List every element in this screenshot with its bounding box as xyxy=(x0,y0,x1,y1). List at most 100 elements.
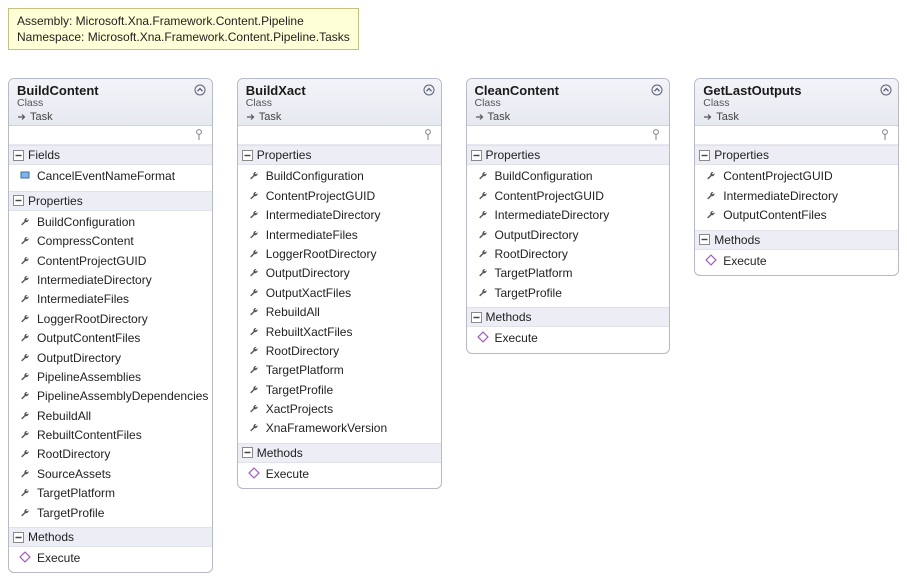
member-row[interactable]: OutputContentFiles xyxy=(9,329,212,348)
member-name: IntermediateDirectory xyxy=(266,207,381,224)
member-row[interactable]: ContentProjectGUID xyxy=(9,252,212,271)
member-name: ContentProjectGUID xyxy=(37,253,146,270)
member-row[interactable]: XactProjects xyxy=(238,400,441,419)
class-box[interactable]: GetLastOutputsClassTaskPropertiesContent… xyxy=(694,78,899,276)
member-row[interactable]: BuildConfiguration xyxy=(9,213,212,232)
property-icon xyxy=(477,189,489,201)
member-row[interactable]: TargetProfile xyxy=(9,504,212,523)
member-row[interactable]: LoggerRootDirectory xyxy=(9,310,212,329)
member-row[interactable]: TargetProfile xyxy=(238,381,441,400)
class-box[interactable]: BuildXactClassTask Properties BuildConfigu… xyxy=(237,78,442,489)
member-row[interactable]: IntermediateDirectory xyxy=(238,206,441,225)
member-row[interactable]: OutputDirectory xyxy=(9,349,212,368)
section-body: ContentProjectGUIDIntermediateDirectoryO… xyxy=(695,165,898,229)
member-row[interactable]: ContentProjectGUID xyxy=(467,187,670,206)
class-header[interactable]: CleanContentClassTask xyxy=(467,79,670,126)
chevron-up-icon xyxy=(423,84,435,96)
section-header-properties[interactable]: Properties xyxy=(467,145,670,165)
property-icon xyxy=(19,389,31,401)
member-name: IntermediateFiles xyxy=(266,227,358,244)
interface-row[interactable] xyxy=(695,126,898,145)
member-row[interactable]: TargetProfile xyxy=(467,284,670,303)
member-row[interactable]: IntermediateFiles xyxy=(9,290,212,309)
section-body: Execute xyxy=(9,547,212,572)
member-name: RebuildAll xyxy=(266,304,320,321)
method-icon xyxy=(19,551,31,563)
member-row[interactable]: ContentProjectGUID xyxy=(238,187,441,206)
member-row[interactable]: IntermediateDirectory xyxy=(467,206,670,225)
class-stereotype: Class xyxy=(17,97,206,109)
member-row[interactable]: Execute xyxy=(9,549,212,568)
arrow-right-icon xyxy=(475,112,485,122)
section-header-methods[interactable]: Methods xyxy=(695,230,898,250)
collapse-icon xyxy=(699,150,710,161)
class-box[interactable]: CleanContentClassTask Properties BuildConf… xyxy=(466,78,671,353)
property-icon xyxy=(705,189,717,201)
section-header-properties[interactable]: Properties xyxy=(9,191,212,211)
member-row[interactable]: CompressContent xyxy=(9,232,212,251)
section-header-properties[interactable]: Properties xyxy=(238,145,441,165)
section-header-fields[interactable]: Fields xyxy=(9,145,212,165)
member-row[interactable]: IntermediateFiles xyxy=(238,226,441,245)
member-row[interactable]: XnaFrameworkVersion xyxy=(238,419,441,438)
member-row[interactable]: PipelineAssemblyDependencies xyxy=(9,387,212,406)
member-row[interactable]: SourceAssets xyxy=(9,465,212,484)
member-row[interactable]: IntermediateDirectory xyxy=(695,187,898,206)
interface-row[interactable] xyxy=(467,126,670,145)
section-header-methods[interactable]: Methods xyxy=(467,307,670,327)
member-row[interactable]: OutputXactFiles xyxy=(238,284,441,303)
member-row[interactable]: PipelineAssemblies xyxy=(9,368,212,387)
member-name: RebuiltXactFiles xyxy=(266,324,353,341)
member-name: XnaFrameworkVersion xyxy=(266,420,387,437)
member-row[interactable]: ContentProjectGUID xyxy=(695,167,898,186)
property-icon xyxy=(19,447,31,459)
member-row[interactable]: TargetPlatform xyxy=(467,264,670,283)
class-header[interactable]: GetLastOutputsClassTask xyxy=(695,79,898,126)
member-row[interactable]: CancelEventNameFormat xyxy=(9,167,212,186)
section-header-methods[interactable]: Methods xyxy=(238,443,441,463)
member-row[interactable]: LoggerRootDirectory xyxy=(238,245,441,264)
member-row[interactable]: RootDirectory xyxy=(238,342,441,361)
member-name: LoggerRootDirectory xyxy=(266,246,377,263)
member-name: IntermediateDirectory xyxy=(495,207,610,224)
class-header[interactable]: BuildXactClassTask xyxy=(238,79,441,126)
arrow-right-icon xyxy=(17,112,27,122)
member-row[interactable]: Execute xyxy=(695,252,898,271)
class-box[interactable]: BuildContentClassTaskFieldsCancelEventNa… xyxy=(8,78,213,573)
collapse-icon xyxy=(471,150,482,161)
member-row[interactable]: BuildConfiguration xyxy=(467,167,670,186)
member-row[interactable]: OutputDirectory xyxy=(467,226,670,245)
member-name: BuildConfiguration xyxy=(266,168,364,185)
member-name: TargetPlatform xyxy=(495,265,573,282)
member-row[interactable]: RebuildAll xyxy=(238,303,441,322)
member-row[interactable]: OutputContentFiles xyxy=(695,206,898,225)
member-row[interactable]: TargetPlatform xyxy=(238,361,441,380)
base-class-label: Task xyxy=(259,111,282,123)
member-row[interactable]: RootDirectory xyxy=(467,245,670,264)
member-row[interactable]: BuildConfiguration xyxy=(238,167,441,186)
member-name: RootDirectory xyxy=(37,446,110,463)
member-name: Execute xyxy=(723,253,766,270)
interface-lollipop-icon xyxy=(878,128,892,142)
section-header-methods[interactable]: Methods xyxy=(9,527,212,547)
collapse-icon xyxy=(242,150,253,161)
member-row[interactable]: RootDirectory xyxy=(9,445,212,464)
member-row[interactable]: Execute xyxy=(238,465,441,484)
property-icon xyxy=(19,312,31,324)
interface-row[interactable] xyxy=(9,126,212,145)
interface-row[interactable] xyxy=(238,126,441,145)
member-name: XactProjects xyxy=(266,401,333,418)
member-name: Execute xyxy=(266,466,309,483)
member-row[interactable]: RebuiltXactFiles xyxy=(238,323,441,342)
member-name: IntermediateDirectory xyxy=(37,272,152,289)
base-class-label: Task xyxy=(30,111,53,123)
class-header[interactable]: BuildContentClassTask xyxy=(9,79,212,126)
member-row[interactable]: RebuiltContentFiles xyxy=(9,426,212,445)
property-icon xyxy=(705,208,717,220)
member-row[interactable]: TargetPlatform xyxy=(9,484,212,503)
member-row[interactable]: Execute xyxy=(467,329,670,348)
member-row[interactable]: IntermediateDirectory xyxy=(9,271,212,290)
member-row[interactable]: OutputDirectory xyxy=(238,264,441,283)
member-row[interactable]: RebuildAll xyxy=(9,407,212,426)
section-header-properties[interactable]: Properties xyxy=(695,145,898,165)
